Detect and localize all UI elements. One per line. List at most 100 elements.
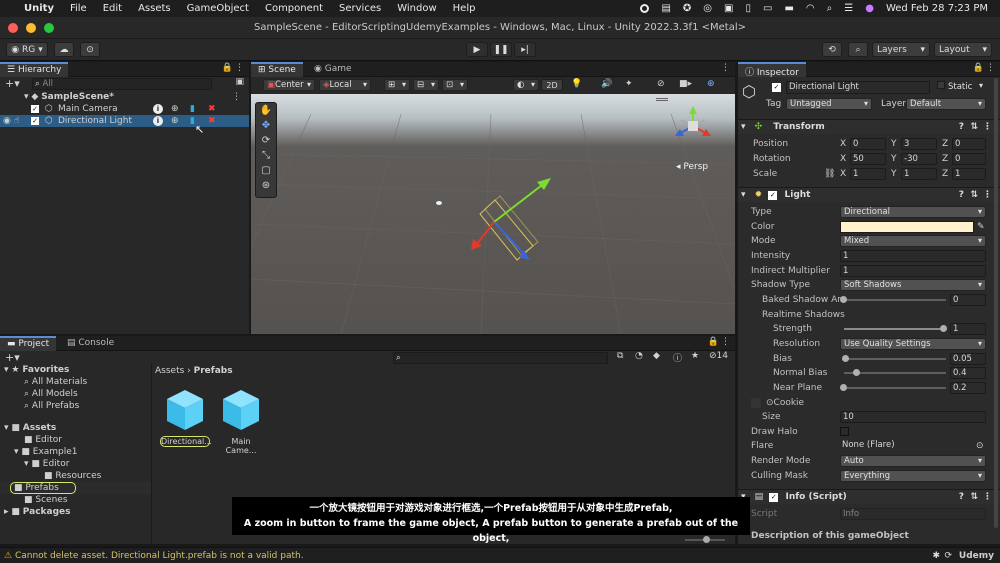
breadcrumb-assets[interactable]: Assets bbox=[155, 366, 184, 376]
tree-example1[interactable]: ▾ ■ Example1 bbox=[0, 446, 151, 458]
spotlight-icon[interactable]: ⌕ bbox=[827, 3, 833, 14]
bias-slider[interactable] bbox=[844, 358, 946, 360]
position-z-input[interactable]: 0 bbox=[952, 138, 986, 150]
size-input[interactable]: 10 bbox=[840, 411, 986, 423]
baked-shadow-slider[interactable] bbox=[844, 299, 946, 301]
strength-slider[interactable] bbox=[844, 328, 946, 330]
slider-knob[interactable] bbox=[940, 325, 947, 332]
audio-icon[interactable]: 🔊 bbox=[601, 79, 612, 89]
menu-edit[interactable]: Edit bbox=[103, 3, 122, 14]
menu-app[interactable]: Unity bbox=[24, 3, 54, 14]
controller-icon[interactable]: ✪ bbox=[683, 3, 691, 14]
play-circle-icon[interactable]: ◎ bbox=[703, 3, 712, 14]
preset-icon[interactable]: ⇅ bbox=[970, 188, 978, 203]
bias-input[interactable]: 0.05 bbox=[950, 353, 986, 365]
draw-mode-dropdown[interactable]: ◐ bbox=[513, 79, 539, 91]
cloud-button[interactable]: ☁ bbox=[54, 42, 74, 57]
history-button[interactable]: ⟲ bbox=[822, 42, 842, 57]
filter-type-icon[interactable]: ◔ bbox=[635, 351, 643, 361]
help-icon[interactable]: ? bbox=[959, 120, 964, 135]
object-name-input[interactable]: Directional Light bbox=[786, 81, 930, 94]
clipboard-icon[interactable]: ▯ bbox=[745, 3, 751, 14]
snap-increment-dropdown[interactable]: ⊟ bbox=[413, 79, 439, 91]
kebab-menu-icon[interactable]: ⋮ bbox=[983, 120, 992, 135]
tree-scenes[interactable]: ■ Scenes bbox=[0, 494, 151, 506]
clock-text[interactable]: Wed Feb 28 7:23 PM bbox=[886, 3, 988, 14]
active-checkbox[interactable]: ✓ bbox=[772, 83, 781, 92]
hierarchy-search-input[interactable]: ⌕ All bbox=[32, 78, 212, 90]
transform-header[interactable]: ▾ ✣ Transform ? ⇅ ⋮ bbox=[738, 119, 1000, 134]
collab-button[interactable]: ⊙ bbox=[80, 42, 100, 57]
display-icon[interactable]: ▭ bbox=[763, 3, 772, 14]
layers-dropdown[interactable]: Layers ▾ bbox=[872, 42, 930, 57]
tree-example1-editor[interactable]: ▾ ■ Editor bbox=[0, 458, 151, 470]
scene-drag-handle[interactable] bbox=[656, 98, 668, 101]
control-center-icon[interactable]: ☰ bbox=[844, 3, 853, 14]
kebab-menu-icon[interactable]: ⋮ bbox=[986, 63, 995, 73]
siri-icon[interactable]: ● bbox=[865, 3, 874, 14]
tree-splitter[interactable] bbox=[151, 364, 152, 544]
camera-icon[interactable]: ■▸ bbox=[679, 79, 692, 89]
help-icon[interactable]: ? bbox=[959, 188, 964, 203]
account-dropdown[interactable]: ◉ RG ▾ bbox=[6, 42, 48, 57]
eyedropper-icon[interactable]: ✎ bbox=[977, 220, 985, 234]
culling-mask-dropdown[interactable]: Everything bbox=[840, 470, 986, 482]
fx-icon[interactable]: ✦ bbox=[625, 79, 633, 89]
inspector-scrollbar[interactable] bbox=[994, 78, 998, 528]
light-mode-dropdown[interactable]: Mixed bbox=[840, 235, 986, 247]
slider-knob[interactable] bbox=[853, 369, 860, 376]
kebab-menu-icon[interactable]: ⋮ bbox=[721, 63, 730, 73]
render-mode-dropdown[interactable]: Auto bbox=[840, 455, 986, 467]
tab-game[interactable]: ◉ Game bbox=[307, 62, 359, 77]
draw-halo-checkbox[interactable] bbox=[840, 427, 849, 436]
transform-gizmo[interactable] bbox=[471, 178, 551, 261]
indirect-multiplier-input[interactable]: 1 bbox=[840, 265, 986, 277]
record-icon[interactable] bbox=[640, 4, 650, 13]
expand-arrow-icon[interactable]: ▾ bbox=[24, 92, 29, 102]
toggle-2d-button[interactable]: 2D bbox=[541, 79, 563, 91]
transform-tool-icon[interactable]: ⊛ bbox=[256, 178, 276, 193]
scale-y-input[interactable]: 1 bbox=[901, 168, 937, 180]
tree-favorites[interactable]: ▾ ★ Favorites bbox=[0, 364, 151, 376]
rotate-tool-icon[interactable]: ⟳ bbox=[256, 133, 276, 148]
snap-settings-dropdown[interactable]: ⊡ bbox=[442, 79, 468, 91]
menu-help[interactable]: Help bbox=[453, 3, 476, 14]
slider-knob[interactable] bbox=[840, 296, 847, 303]
tree-fav-materials[interactable]: ⌕ All Materials bbox=[0, 376, 151, 388]
constrain-link-icon[interactable]: ⛓ bbox=[824, 167, 835, 181]
lock-icon[interactable]: 🔒 bbox=[222, 63, 233, 73]
tag-dropdown[interactable]: Untagged bbox=[786, 98, 872, 110]
filter-label-icon[interactable]: ◆ bbox=[653, 351, 660, 361]
project-search-input[interactable]: ⌕ bbox=[393, 352, 608, 364]
tree-prefabs[interactable]: ■ Prefabs bbox=[0, 482, 151, 494]
pause-button[interactable]: ❚❚ bbox=[490, 42, 512, 57]
tree-editor[interactable]: ■ Editor bbox=[0, 434, 151, 446]
lock-icon[interactable]: 🔒 bbox=[708, 337, 719, 347]
near-plane-slider[interactable] bbox=[844, 387, 946, 389]
filter-log-icon[interactable]: ⓘ bbox=[673, 351, 682, 364]
step-button[interactable]: ▸| bbox=[514, 42, 536, 57]
view-tool-icon[interactable]: ✋ bbox=[256, 103, 276, 118]
visibility-icon[interactable]: ◉ bbox=[3, 115, 11, 127]
gizmos-icon[interactable]: ⊕ bbox=[707, 79, 715, 89]
asset-tile-directional[interactable]: Directional... bbox=[160, 388, 212, 448]
pivot-dropdown[interactable]: ▣Center bbox=[263, 79, 315, 91]
lighting-icon[interactable]: 💡 bbox=[571, 79, 582, 89]
light-type-dropdown[interactable]: Directional bbox=[840, 206, 986, 218]
tree-fav-prefabs[interactable]: ⌕ All Prefabs bbox=[0, 400, 151, 412]
hierarchy-item-main-camera[interactable]: ✓ ⬡ Main Camera i ⊕ ▮ ✖ bbox=[0, 103, 249, 115]
script-header[interactable]: ▾ ▤ ✓ Info (Script) ? ⇅ ⋮ bbox=[738, 489, 1000, 504]
baked-shadow-input[interactable]: 0 bbox=[950, 294, 986, 306]
bug-icon[interactable]: ✱ bbox=[932, 548, 940, 563]
foldout-icon[interactable] bbox=[751, 398, 761, 408]
pickable-icon[interactable]: ☝ bbox=[14, 115, 19, 127]
menu-window[interactable]: Window bbox=[397, 3, 436, 14]
tab-inspector[interactable]: ⓘ Inspector bbox=[738, 62, 806, 78]
tab-hierarchy[interactable]: ☰ Hierarchy bbox=[0, 62, 69, 77]
zoom-in-icon[interactable]: ⊕ bbox=[171, 103, 179, 115]
prefab-icon[interactable]: ▮ bbox=[190, 103, 195, 115]
shadow-type-dropdown[interactable]: Soft Shadows bbox=[840, 279, 986, 291]
kebab-menu-icon[interactable]: ⋮ bbox=[235, 63, 244, 73]
menu-services[interactable]: Services bbox=[339, 3, 381, 14]
rotation-y-input[interactable]: -30 bbox=[901, 153, 937, 165]
